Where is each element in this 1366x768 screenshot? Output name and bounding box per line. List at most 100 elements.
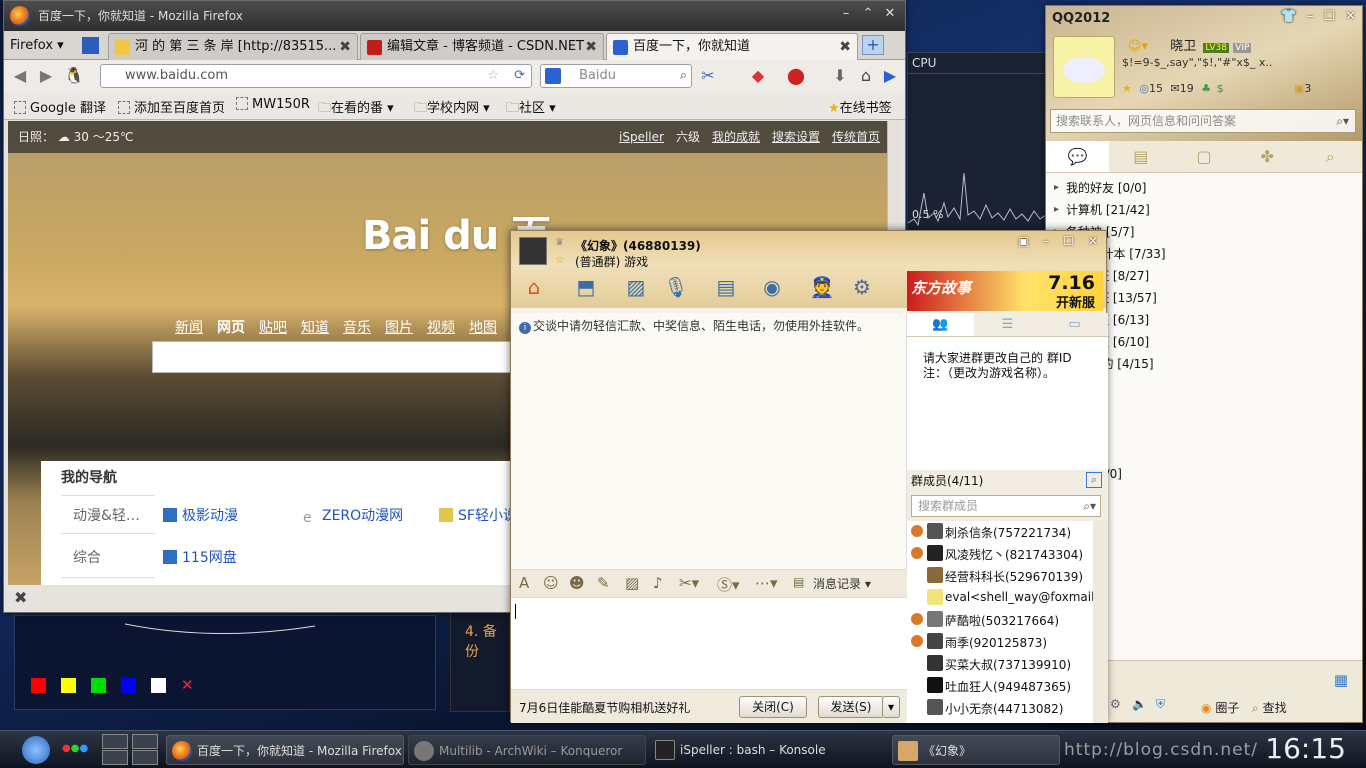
tab-baidu[interactable]: 百度一下，你就知道 ✖ bbox=[606, 33, 858, 60]
qzone-button[interactable]: ◉ 圈子 bbox=[1201, 699, 1239, 716]
color-swatch-white[interactable] bbox=[151, 678, 166, 693]
wallet-icon[interactable]: $ bbox=[1217, 82, 1224, 95]
color-swatch-blue[interactable] bbox=[121, 678, 136, 693]
doodle-icon[interactable]: ✎ bbox=[597, 574, 610, 592]
image-icon[interactable]: ▨ bbox=[625, 574, 639, 592]
classic-home-link[interactable]: 传统首页 bbox=[832, 121, 880, 153]
volume-icon[interactable]: 🔈 bbox=[1132, 697, 1147, 711]
nav-link-115[interactable]: 115网盘 bbox=[163, 547, 237, 567]
forward-icon[interactable]: ▶ bbox=[36, 66, 56, 86]
nav-music[interactable]: 音乐 bbox=[343, 317, 371, 337]
close-chat-button[interactable]: 关闭(C) bbox=[739, 696, 807, 718]
close-icon[interactable]: ✕ bbox=[1345, 9, 1356, 24]
close-icon[interactable]: ✕ bbox=[181, 676, 194, 694]
close-icon[interactable]: ✕ bbox=[881, 5, 899, 23]
close-icon[interactable]: ✕ bbox=[1088, 234, 1098, 248]
task-group-chat[interactable]: 《幻象》 bbox=[892, 735, 1060, 765]
promo-link[interactable]: 7月6日佳能酷夏节购相机送好礼 bbox=[519, 699, 690, 716]
nav-link-jiying[interactable]: 极影动漫 bbox=[163, 505, 238, 525]
search-bar[interactable]: Baidu ⌕ bbox=[540, 64, 692, 88]
list-item[interactable]: 萨酷啦(503217664) bbox=[907, 609, 1093, 631]
nav-web[interactable]: 网页 bbox=[217, 317, 245, 337]
search-icon[interactable]: ⌕▾ bbox=[1083, 496, 1096, 516]
firefox-titlebar[interactable]: 百度一下，你就知道 - Mozilla Firefox – ⌃ ✕ bbox=[4, 1, 905, 31]
clock[interactable]: 16:15 bbox=[1265, 732, 1346, 765]
pager-desktop-2[interactable] bbox=[132, 734, 158, 749]
group-notice-icon[interactable]: ▤ bbox=[711, 273, 741, 301]
bookmark-folder-school[interactable]: 🗀学校内网 ▾ bbox=[414, 97, 490, 121]
emoji-icon[interactable]: ☺ bbox=[543, 574, 559, 592]
my-achievement-link[interactable]: 我的成就 bbox=[712, 121, 760, 153]
search-icon[interactable]: ⌕ bbox=[680, 65, 687, 87]
contact-search-input[interactable]: 搜索联系人，网页信息和问问答案 ⌕▾ bbox=[1050, 109, 1356, 133]
shield-icon[interactable]: ⛨ bbox=[1156, 697, 1165, 712]
activity-icon[interactable]: ●●● bbox=[62, 743, 88, 754]
minimize-icon[interactable]: – bbox=[837, 5, 855, 23]
member-search-input[interactable]: 搜索群成员 ⌕▾ bbox=[911, 495, 1101, 517]
list-item[interactable]: 风凌残忆丶(821743304) bbox=[907, 543, 1093, 565]
close-icon[interactable]: ✖ bbox=[14, 588, 27, 607]
settings-icon[interactable]: ⚙ bbox=[847, 273, 877, 301]
color-swatch-red[interactable] bbox=[31, 678, 46, 693]
ispeller-link[interactable]: iSpeller bbox=[619, 121, 664, 153]
game-count-area[interactable]: ▣3 bbox=[1294, 82, 1311, 95]
message-area[interactable]: i 交谈中请勿轻信汇款、中奖信息、陌生电话，勿使用外挂软件。 bbox=[511, 313, 907, 569]
more-icon[interactable]: ⋯▾ bbox=[755, 574, 778, 592]
skin-icon[interactable]: 👕 bbox=[1281, 9, 1297, 24]
search-icon[interactable]: ⌕ bbox=[1086, 472, 1102, 488]
new-tab-button[interactable]: + bbox=[862, 35, 884, 55]
color-swatch-yellow[interactable] bbox=[61, 678, 76, 693]
nav-link-sf[interactable]: SF轻小说 bbox=[439, 505, 517, 525]
play-icon[interactable]: ▶ bbox=[880, 66, 900, 86]
list-item[interactable]: 雨季(920125873) bbox=[907, 631, 1093, 653]
nav-map[interactable]: 地图 bbox=[469, 317, 497, 337]
pager-desktop-3[interactable] bbox=[102, 750, 128, 765]
tab-recent[interactable]: ▢ bbox=[1172, 141, 1235, 172]
camera-icon[interactable]: ◉ bbox=[757, 273, 787, 301]
avatar[interactable] bbox=[1053, 36, 1115, 98]
group-avatar[interactable] bbox=[519, 237, 547, 265]
cet6-link[interactable]: 六级 bbox=[676, 121, 700, 153]
emoji-magic-icon[interactable]: ☻ bbox=[569, 574, 585, 592]
nav-video[interactable]: 视频 bbox=[427, 317, 455, 337]
reload-icon[interactable]: ⟳ bbox=[514, 65, 525, 87]
message-input[interactable] bbox=[511, 597, 907, 689]
tab-search[interactable]: ⌕ bbox=[1299, 141, 1362, 172]
pager-desktop-1[interactable] bbox=[102, 734, 128, 749]
tab-river-blog[interactable]: 河 的 第 三 条 岸 [http://83515... ✖ bbox=[108, 33, 358, 60]
group-admin-icon[interactable]: 👮 bbox=[807, 273, 837, 301]
bookmark-mw150r[interactable]: MW150R bbox=[236, 97, 310, 112]
url-bar[interactable]: www.baidu.com ☆ ⟳ bbox=[100, 64, 532, 88]
list-item[interactable]: 买菜大叔(737139910) bbox=[907, 653, 1093, 675]
tab-contacts[interactable]: 💬 bbox=[1046, 141, 1110, 172]
qzone-icon[interactable]: ◎ bbox=[1139, 82, 1149, 95]
bookmark-folder-community[interactable]: 🗀社区 ▾ bbox=[506, 97, 556, 121]
minimize-icon[interactable]: – bbox=[1307, 9, 1314, 24]
tab-csdn-edit[interactable]: 编辑文章 - 博客频道 - CSDN.NET ✖ bbox=[360, 33, 604, 60]
bookmark-online[interactable]: ★在线书签 bbox=[828, 97, 892, 116]
tab-apps[interactable]: ✤ bbox=[1236, 141, 1299, 172]
game-ad-banner[interactable]: 东方故事 7.16 开新服 bbox=[907, 271, 1103, 311]
close-icon[interactable]: ✖ bbox=[585, 34, 597, 60]
tab-groups[interactable]: ▤ bbox=[1109, 141, 1172, 172]
color-swatch-green[interactable] bbox=[91, 678, 106, 693]
tab-list[interactable]: ☰ bbox=[974, 313, 1041, 336]
baidu-search-input[interactable] bbox=[152, 341, 532, 373]
tab-files[interactable]: ▭ bbox=[1041, 313, 1108, 336]
addon-icon[interactable]: ◆ bbox=[748, 66, 768, 86]
bookmark-folder-anime[interactable]: 🗀在看的番 ▾ bbox=[318, 97, 394, 121]
nav-zhidao[interactable]: 知道 bbox=[301, 317, 329, 337]
bookmark-star-icon[interactable]: ☆ bbox=[487, 65, 499, 87]
settings-icon[interactable]: ⚙ bbox=[1110, 697, 1121, 711]
qq-penguin-icon[interactable]: 🐧 bbox=[64, 66, 84, 86]
maximize-icon[interactable]: ☐ bbox=[1323, 9, 1335, 24]
back-icon[interactable]: ◀ bbox=[10, 66, 30, 86]
abp-icon[interactable]: ⬤ bbox=[786, 66, 806, 86]
nav-images[interactable]: 图片 bbox=[385, 317, 413, 337]
task-konqueror[interactable]: Multilib - ArchWiki – Konqueror bbox=[408, 735, 646, 765]
group-home-icon[interactable]: ⌂ bbox=[519, 273, 549, 301]
coin-icon[interactable]: Ⓢ▾ bbox=[717, 574, 740, 595]
tab-groups-icon[interactable] bbox=[82, 37, 99, 54]
send-options-button[interactable]: ▾ bbox=[882, 696, 900, 718]
kde-menu-icon[interactable] bbox=[22, 736, 50, 764]
